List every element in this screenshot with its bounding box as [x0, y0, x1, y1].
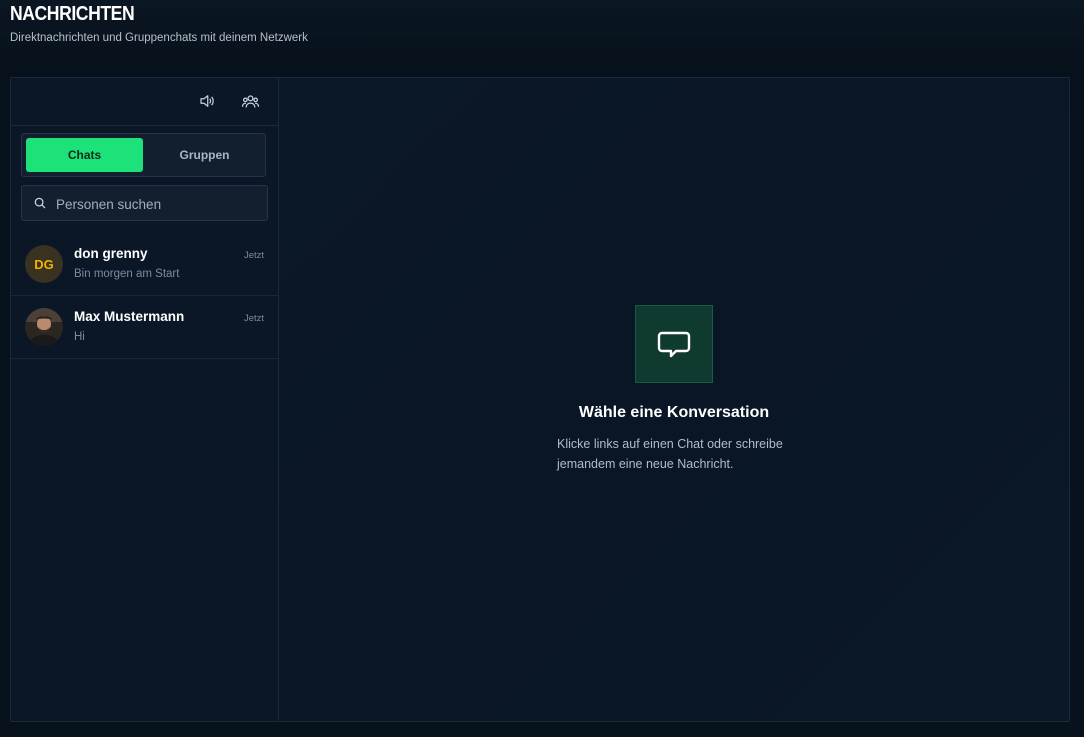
tab-chats[interactable]: Chats — [26, 138, 143, 172]
page-subtitle: Direktnachrichten und Gruppenchats mit d… — [10, 32, 308, 44]
chat-list-item[interactable]: Max Mustermann Hi Jetzt — [11, 296, 278, 359]
profile-photo — [25, 308, 63, 346]
avatar — [25, 308, 63, 346]
chat-list: DG don grenny Bin morgen am Start Jetzt — [11, 233, 278, 359]
chat-time: Jetzt — [243, 250, 264, 261]
speaker-icon — [200, 95, 214, 107]
chat-name: don grenny — [74, 246, 148, 261]
create-group-button[interactable] — [240, 91, 260, 111]
avatar: DG — [25, 245, 63, 283]
users-icon — [241, 94, 259, 108]
chat-type-tabs: Chats Gruppen — [21, 133, 266, 177]
empty-state-icon-box — [635, 305, 713, 383]
conversation-empty-state: Wähle eine Konversation Klicke links auf… — [279, 78, 1069, 721]
search-box — [21, 185, 268, 222]
sound-toggle-button[interactable] — [197, 91, 217, 111]
tab-groups[interactable]: Gruppen — [146, 138, 263, 172]
chat-name: Max Mustermann — [74, 309, 185, 324]
messages-panel: Chats Gruppen DG don grenny Bin morgen a… — [10, 77, 1070, 722]
sidebar-toolbar — [11, 78, 278, 126]
chat-sidebar: Chats Gruppen DG don grenny Bin morgen a… — [11, 78, 279, 721]
page-title: NACHRICHTEN — [10, 3, 135, 25]
chat-bubble-icon — [657, 331, 691, 358]
chat-preview: Bin morgen am Start — [74, 268, 180, 280]
chat-list-item[interactable]: DG don grenny Bin morgen am Start Jetzt — [11, 233, 278, 296]
chat-time: Jetzt — [243, 313, 264, 324]
chat-preview: Hi — [74, 331, 85, 343]
empty-state-title: Wähle eine Konversation — [578, 404, 770, 421]
search-input[interactable] — [54, 186, 258, 222]
empty-state-description: Klicke links auf einen Chat oder schreib… — [557, 437, 783, 471]
messages-page: NACHRICHTEN Direktnachrichten und Gruppe… — [0, 0, 1084, 737]
search-icon — [34, 197, 46, 209]
